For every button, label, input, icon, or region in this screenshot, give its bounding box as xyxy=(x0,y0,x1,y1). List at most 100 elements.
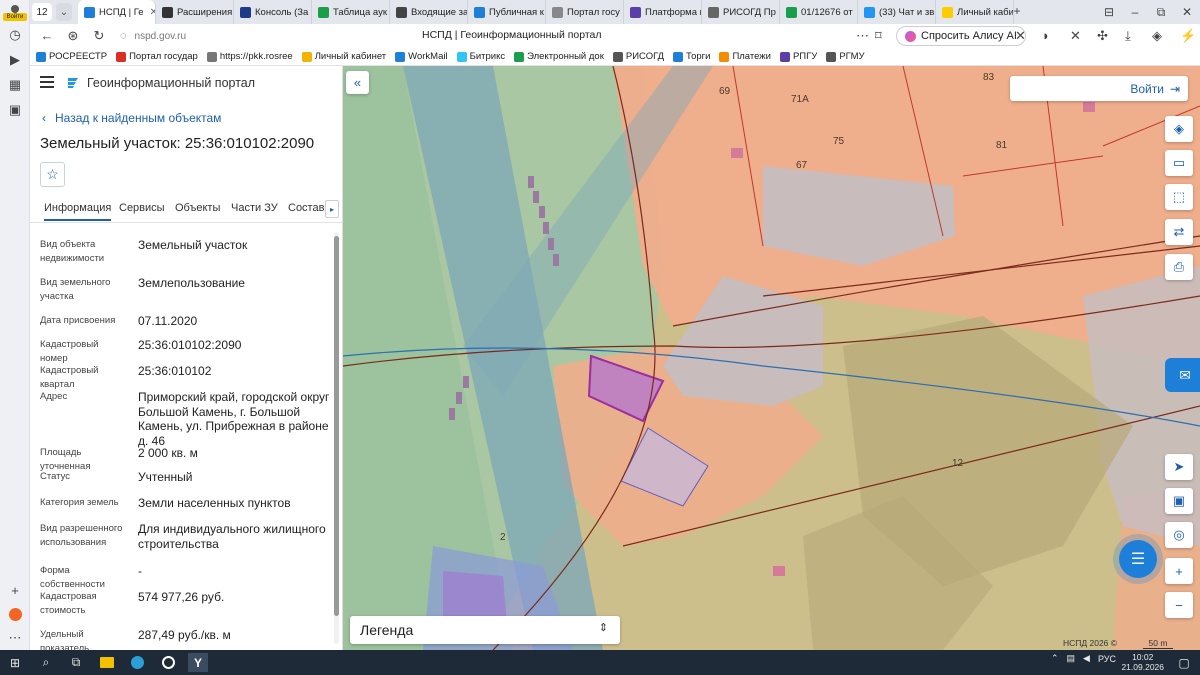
download-icon[interactable]: ⤓ xyxy=(1125,28,1131,44)
bookmark-item[interactable]: РИСОГД xyxy=(612,51,664,62)
bookmark-item[interactable]: РОСРЕЕСТР xyxy=(36,51,107,62)
favorite-star-button[interactable]: ☆ xyxy=(40,162,65,187)
back-to-results-link[interactable]: ‹ Назад к найденным объектам xyxy=(42,111,221,125)
network-icon[interactable]: ▤ xyxy=(1067,653,1076,664)
panel-scrollbar[interactable] xyxy=(334,232,339,644)
extension-icon-4[interactable]: ◈ xyxy=(1152,28,1162,44)
layers-button[interactable]: ◈ xyxy=(1165,116,1193,142)
bookmark-item[interactable]: https://pkk.rosree xyxy=(206,51,293,62)
login-button[interactable]: Войти ⇥ xyxy=(1010,76,1188,101)
bookmark-icon[interactable]: ⌑ xyxy=(875,28,882,44)
geolocation-button[interactable]: ➤ xyxy=(1165,454,1193,480)
browser-tab[interactable]: Личный каби xyxy=(936,0,1014,24)
tab-information[interactable]: Информация xyxy=(44,202,112,221)
bookmark-icon xyxy=(612,51,623,62)
yandex-browser-icon[interactable]: Y xyxy=(188,653,208,672)
map-view[interactable]: 83 69 71А 75 81 67 12 2 « Войти ⇥ ◈ ▭ ⬚ … xyxy=(343,66,1200,650)
windows-start-icon[interactable]: ⊞ xyxy=(5,653,25,672)
select-area-button[interactable]: ⬚ xyxy=(1165,184,1193,210)
bookmark-item[interactable]: Платежи xyxy=(719,51,771,62)
chat-button[interactable]: ☰ xyxy=(1119,540,1157,578)
minimize-icon[interactable]: – xyxy=(1122,5,1148,19)
browser-tab[interactable]: Расширения xyxy=(156,0,234,24)
cadastral-map[interactable] xyxy=(343,66,1200,650)
tabs-scroll-right-icon[interactable]: ▸ xyxy=(325,200,339,218)
locate-button[interactable]: ◎ xyxy=(1165,522,1193,548)
attr-value: Для индивидуального жилищного строительс… xyxy=(138,522,326,551)
browser-tab[interactable]: Портал госу xyxy=(546,0,624,24)
notifications-icon[interactable]: ▢ xyxy=(1174,653,1194,672)
bookmark-tab-icon[interactable]: ⊟ xyxy=(1096,5,1122,19)
bookmark-item[interactable]: Личный кабинет xyxy=(301,51,386,62)
settings-icon[interactable]: ⊛ xyxy=(62,28,84,44)
collapse-panel-button[interactable]: « xyxy=(346,71,369,94)
back-icon[interactable]: ← xyxy=(36,28,58,43)
history-icon[interactable]: ◷ xyxy=(5,25,25,45)
gallery-icon[interactable]: ▣ xyxy=(5,100,25,120)
legend-panel[interactable]: Легенда ⇕ xyxy=(350,616,620,644)
browser-tab[interactable]: Входящие за xyxy=(390,0,468,24)
extension-icon-2[interactable]: ◗ xyxy=(1042,28,1050,43)
calendar-icon[interactable]: ▦ xyxy=(5,75,25,95)
extension-icon-5[interactable]: ⚡ xyxy=(1180,28,1196,44)
more-icon[interactable]: ⋯ xyxy=(5,628,25,648)
file-explorer-icon[interactable] xyxy=(97,653,117,672)
bookmark-item[interactable]: Битрикс xyxy=(456,51,505,62)
browser-tab[interactable]: (33) Чат и зв xyxy=(858,0,936,24)
screen-mode-button[interactable]: ▣ xyxy=(1165,488,1193,514)
task-view-icon[interactable]: ⧉ xyxy=(66,653,86,672)
alisa-button[interactable]: Спросить Алису AI xyxy=(896,26,1026,46)
bookmark-item[interactable]: Электронный док xyxy=(514,51,604,62)
tab-counter[interactable]: 12 xyxy=(32,3,52,21)
attr-value: 25:36:010102:2090 xyxy=(138,338,242,352)
print-button[interactable]: ⎙ xyxy=(1165,254,1193,280)
add-panel-icon[interactable]: + xyxy=(5,580,25,600)
browser-c-icon[interactable] xyxy=(158,653,178,672)
bookmark-item[interactable]: РПГУ xyxy=(779,51,817,62)
extensions-puzzle-icon[interactable]: ✣ xyxy=(1097,28,1108,44)
reload-icon[interactable]: ↻ xyxy=(88,28,110,44)
feedback-tab-button[interactable]: ✉ xyxy=(1165,358,1200,392)
tab-objects[interactable]: Объекты xyxy=(175,202,220,214)
edge-icon[interactable] xyxy=(127,653,147,672)
yandex-icon[interactable] xyxy=(5,604,25,624)
zoom-in-button[interactable]: + xyxy=(1165,558,1193,584)
profile-login-badge[interactable]: Войти xyxy=(3,13,27,21)
more-actions-icon[interactable]: ⋯ xyxy=(856,28,869,44)
restore-icon[interactable]: ⧉ xyxy=(1148,5,1174,20)
attr-label: Кадастровая стоимость xyxy=(40,591,97,616)
scrollbar-thumb[interactable] xyxy=(334,236,339,616)
browser-tab[interactable]: НСПД | Ге✕ xyxy=(78,0,156,24)
volume-icon[interactable]: ◀ xyxy=(1083,653,1090,664)
menu-icon[interactable] xyxy=(40,76,54,88)
legend-toggle-icon[interactable]: ⇕ xyxy=(599,621,608,634)
bookmark-item[interactable]: РГМУ xyxy=(826,51,865,62)
bookmark-item[interactable]: Торги xyxy=(673,51,710,62)
tab-services[interactable]: Сервисы xyxy=(119,202,165,214)
extension-icon-3[interactable]: ✕ xyxy=(1070,28,1081,44)
browser-tab[interactable]: 01/12676 от xyxy=(780,0,858,24)
clock[interactable]: 10:02 21.09.2026 xyxy=(1121,652,1164,672)
browser-tab[interactable]: Таблица аук xyxy=(312,0,390,24)
tab-label: Расширения xyxy=(177,6,233,18)
new-tab-icon[interactable]: + xyxy=(1004,4,1030,18)
bookmark-item[interactable]: WorkMail xyxy=(395,51,448,62)
bookmark-item[interactable]: Портал государ xyxy=(116,51,198,62)
search-icon[interactable]: ⌕ xyxy=(36,653,56,672)
zoom-out-button[interactable]: − xyxy=(1165,592,1193,618)
ruler-button[interactable]: ▭ xyxy=(1165,150,1193,176)
tab-composition[interactable]: Состав xyxy=(288,202,324,214)
chevron-up-icon[interactable]: ⌃ xyxy=(1051,653,1059,664)
extension-icon-1[interactable]: ✕ xyxy=(1015,28,1026,44)
language-indicator[interactable]: РУС xyxy=(1098,654,1116,664)
browser-tab[interactable]: Платформа г xyxy=(624,0,702,24)
tab-parts[interactable]: Части ЗУ xyxy=(231,202,278,214)
browser-tab[interactable]: Публичная к xyxy=(468,0,546,24)
close-window-icon[interactable]: ✕ xyxy=(1174,5,1200,19)
browser-tab[interactable]: РИСОГД Пр xyxy=(702,0,780,24)
tab-favicon-icon xyxy=(708,6,719,18)
browser-tab[interactable]: Консоль (За xyxy=(234,0,312,24)
share-button[interactable]: ⇄ xyxy=(1165,219,1193,245)
tab-list-chevron-icon[interactable]: ⌄ xyxy=(56,3,72,21)
play-icon[interactable]: ▶ xyxy=(5,50,25,70)
